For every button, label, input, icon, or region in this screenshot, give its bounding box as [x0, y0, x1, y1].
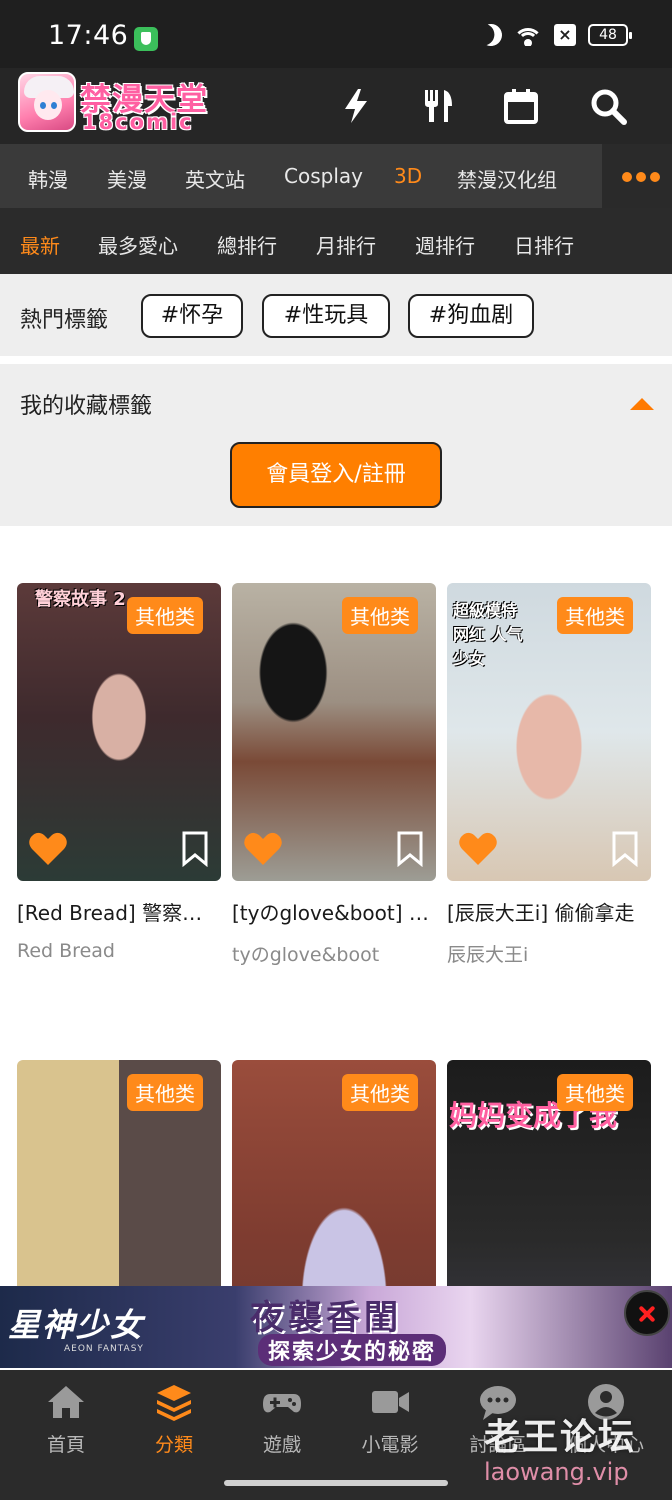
comic-cover[interactable]: 警察故事 2 其他类: [17, 583, 221, 881]
category-american[interactable]: 美漫: [107, 164, 147, 193]
comic-cover[interactable]: 其他类: [232, 583, 436, 881]
gamepad-icon: [263, 1394, 301, 1413]
ad-subtitle: 探索少女的秘密: [258, 1334, 447, 1366]
do-not-disturb-icon: [477, 21, 505, 49]
nav-videos[interactable]: 小電影: [336, 1378, 444, 1457]
ad-left-subtitle: AEON FANTASY: [64, 1344, 144, 1354]
ad-left-title: 星神少女: [8, 1306, 145, 1344]
ad-close-button[interactable]: [624, 1290, 670, 1336]
ad-title: 夜襲香閨: [250, 1298, 402, 1338]
no-sim-icon: ×: [554, 24, 576, 46]
category-cosplay[interactable]: Cosplay: [284, 164, 363, 188]
tab-most-liked[interactable]: 最多愛心: [98, 230, 178, 259]
status-bar: 17:46 × 48: [0, 0, 672, 68]
category-korean[interactable]: 韩漫: [28, 164, 68, 193]
comic-author[interactable]: 辰辰大王i: [447, 940, 651, 967]
favorite-tags-title: 我的收藏標籤: [20, 394, 153, 419]
status-time: 17:46: [48, 20, 129, 51]
category-3d[interactable]: 3D: [394, 164, 422, 188]
comic-title[interactable]: [Red Bread] 警察故事2: [17, 897, 221, 926]
video-icon: [372, 1391, 409, 1413]
category-badge: 其他类: [557, 597, 633, 634]
tab-weekly[interactable]: 週排行: [415, 230, 475, 259]
tag-toys[interactable]: #性玩具: [262, 294, 390, 338]
comic-card[interactable]: 超級模特 网红 人气少女 其他类 [辰辰大王i] 偷偷拿走 辰辰大王i: [447, 583, 651, 967]
category-badge: 其他类: [342, 597, 418, 634]
comic-cover[interactable]: 超級模特 网红 人气少女 其他类: [447, 583, 651, 881]
category-badge: 其他类: [127, 597, 203, 634]
lightning-icon[interactable]: [336, 86, 376, 126]
nav-games[interactable]: 遊戲: [228, 1378, 336, 1457]
nav-home[interactable]: 首頁: [12, 1378, 120, 1457]
category-badge: 其他类: [342, 1074, 418, 1111]
sort-tabs: 最新 最多愛心 總排行 月排行 週排行 日排行: [0, 208, 672, 274]
favorite-tags-section: 我的收藏標籤 會員登入/註冊: [0, 364, 672, 526]
bookmark-icon[interactable]: [396, 831, 424, 867]
category-badge: 其他类: [127, 1074, 203, 1111]
watermark-url: laowang.vip: [484, 1458, 629, 1486]
heart-icon[interactable]: [27, 829, 69, 869]
hot-tags-bar: 熱門標籤 #怀孕 #性玩具 #狗血剧: [0, 274, 672, 356]
cover-text: 超級模特 网红 人气少女: [453, 601, 523, 668]
comic-card[interactable]: 警察故事 2 其他类 [Red Bread] 警察故事2 Red Bread: [17, 583, 221, 962]
comic-title[interactable]: [tyのglove&boot] knee-high boots: [232, 897, 436, 926]
tab-latest[interactable]: 最新: [20, 230, 60, 259]
search-icon[interactable]: [588, 86, 628, 126]
calendar-icon[interactable]: [501, 86, 541, 126]
bookmark-icon[interactable]: [181, 831, 209, 867]
shield-icon: [134, 27, 158, 51]
nav-label: 小電影: [361, 1434, 419, 1456]
tab-monthly[interactable]: 月排行: [316, 230, 376, 259]
comic-author[interactable]: Red Bread: [17, 940, 221, 962]
bookmark-icon[interactable]: [611, 831, 639, 867]
nav-label: 分類: [154, 1434, 193, 1456]
status-icons: × 48: [477, 21, 632, 49]
category-english[interactable]: 英文站: [185, 164, 245, 193]
layers-icon: [157, 1385, 191, 1421]
nav-categories[interactable]: 分類: [120, 1378, 228, 1457]
tab-all-time[interactable]: 總排行: [217, 230, 277, 259]
fork-knife-icon[interactable]: [418, 86, 458, 126]
watermark-text: 老王论坛: [484, 1417, 637, 1458]
logo[interactable]: [18, 72, 76, 132]
logo-subtext: 18comic: [82, 110, 194, 134]
nav-label: 首頁: [46, 1434, 85, 1456]
collapse-arrow-icon[interactable]: [630, 398, 654, 410]
app-header: 禁漫天堂 18comic: [0, 68, 672, 144]
tab-daily[interactable]: 日排行: [514, 230, 574, 259]
battery-icon: 48: [588, 24, 632, 46]
hot-tags-label: 熱門標籤: [20, 308, 109, 333]
home-indicator[interactable]: [224, 1480, 448, 1486]
cover-text: 警察故事 2: [35, 589, 126, 610]
ad-banner[interactable]: 星神少女 AEON FANTASY 夜襲香閨 探索少女的秘密: [0, 1286, 672, 1368]
comic-title[interactable]: [辰辰大王i] 偷偷拿走: [447, 897, 651, 926]
comic-author[interactable]: tyのglove&boot: [232, 940, 436, 967]
login-register-button[interactable]: 會員登入/註冊: [230, 442, 442, 508]
tag-pregnant[interactable]: #怀孕: [141, 294, 243, 338]
nav-label: 遊戲: [262, 1434, 301, 1456]
category-translation-group[interactable]: 禁漫汉化组: [457, 164, 557, 193]
home-icon: [48, 1386, 84, 1418]
wifi-icon: [514, 24, 542, 46]
more-categories-button[interactable]: [602, 144, 672, 208]
tag-drama[interactable]: #狗血剧: [408, 294, 534, 338]
category-badge: 其他类: [557, 1074, 633, 1111]
heart-icon[interactable]: [242, 829, 284, 869]
heart-icon[interactable]: [457, 829, 499, 869]
category-nav: 韩漫 美漫 英文站 Cosplay 3D 禁漫汉化组: [0, 144, 672, 208]
comic-card[interactable]: 其他类 [tyのglove&boot] knee-high boots tyのg…: [232, 583, 436, 967]
